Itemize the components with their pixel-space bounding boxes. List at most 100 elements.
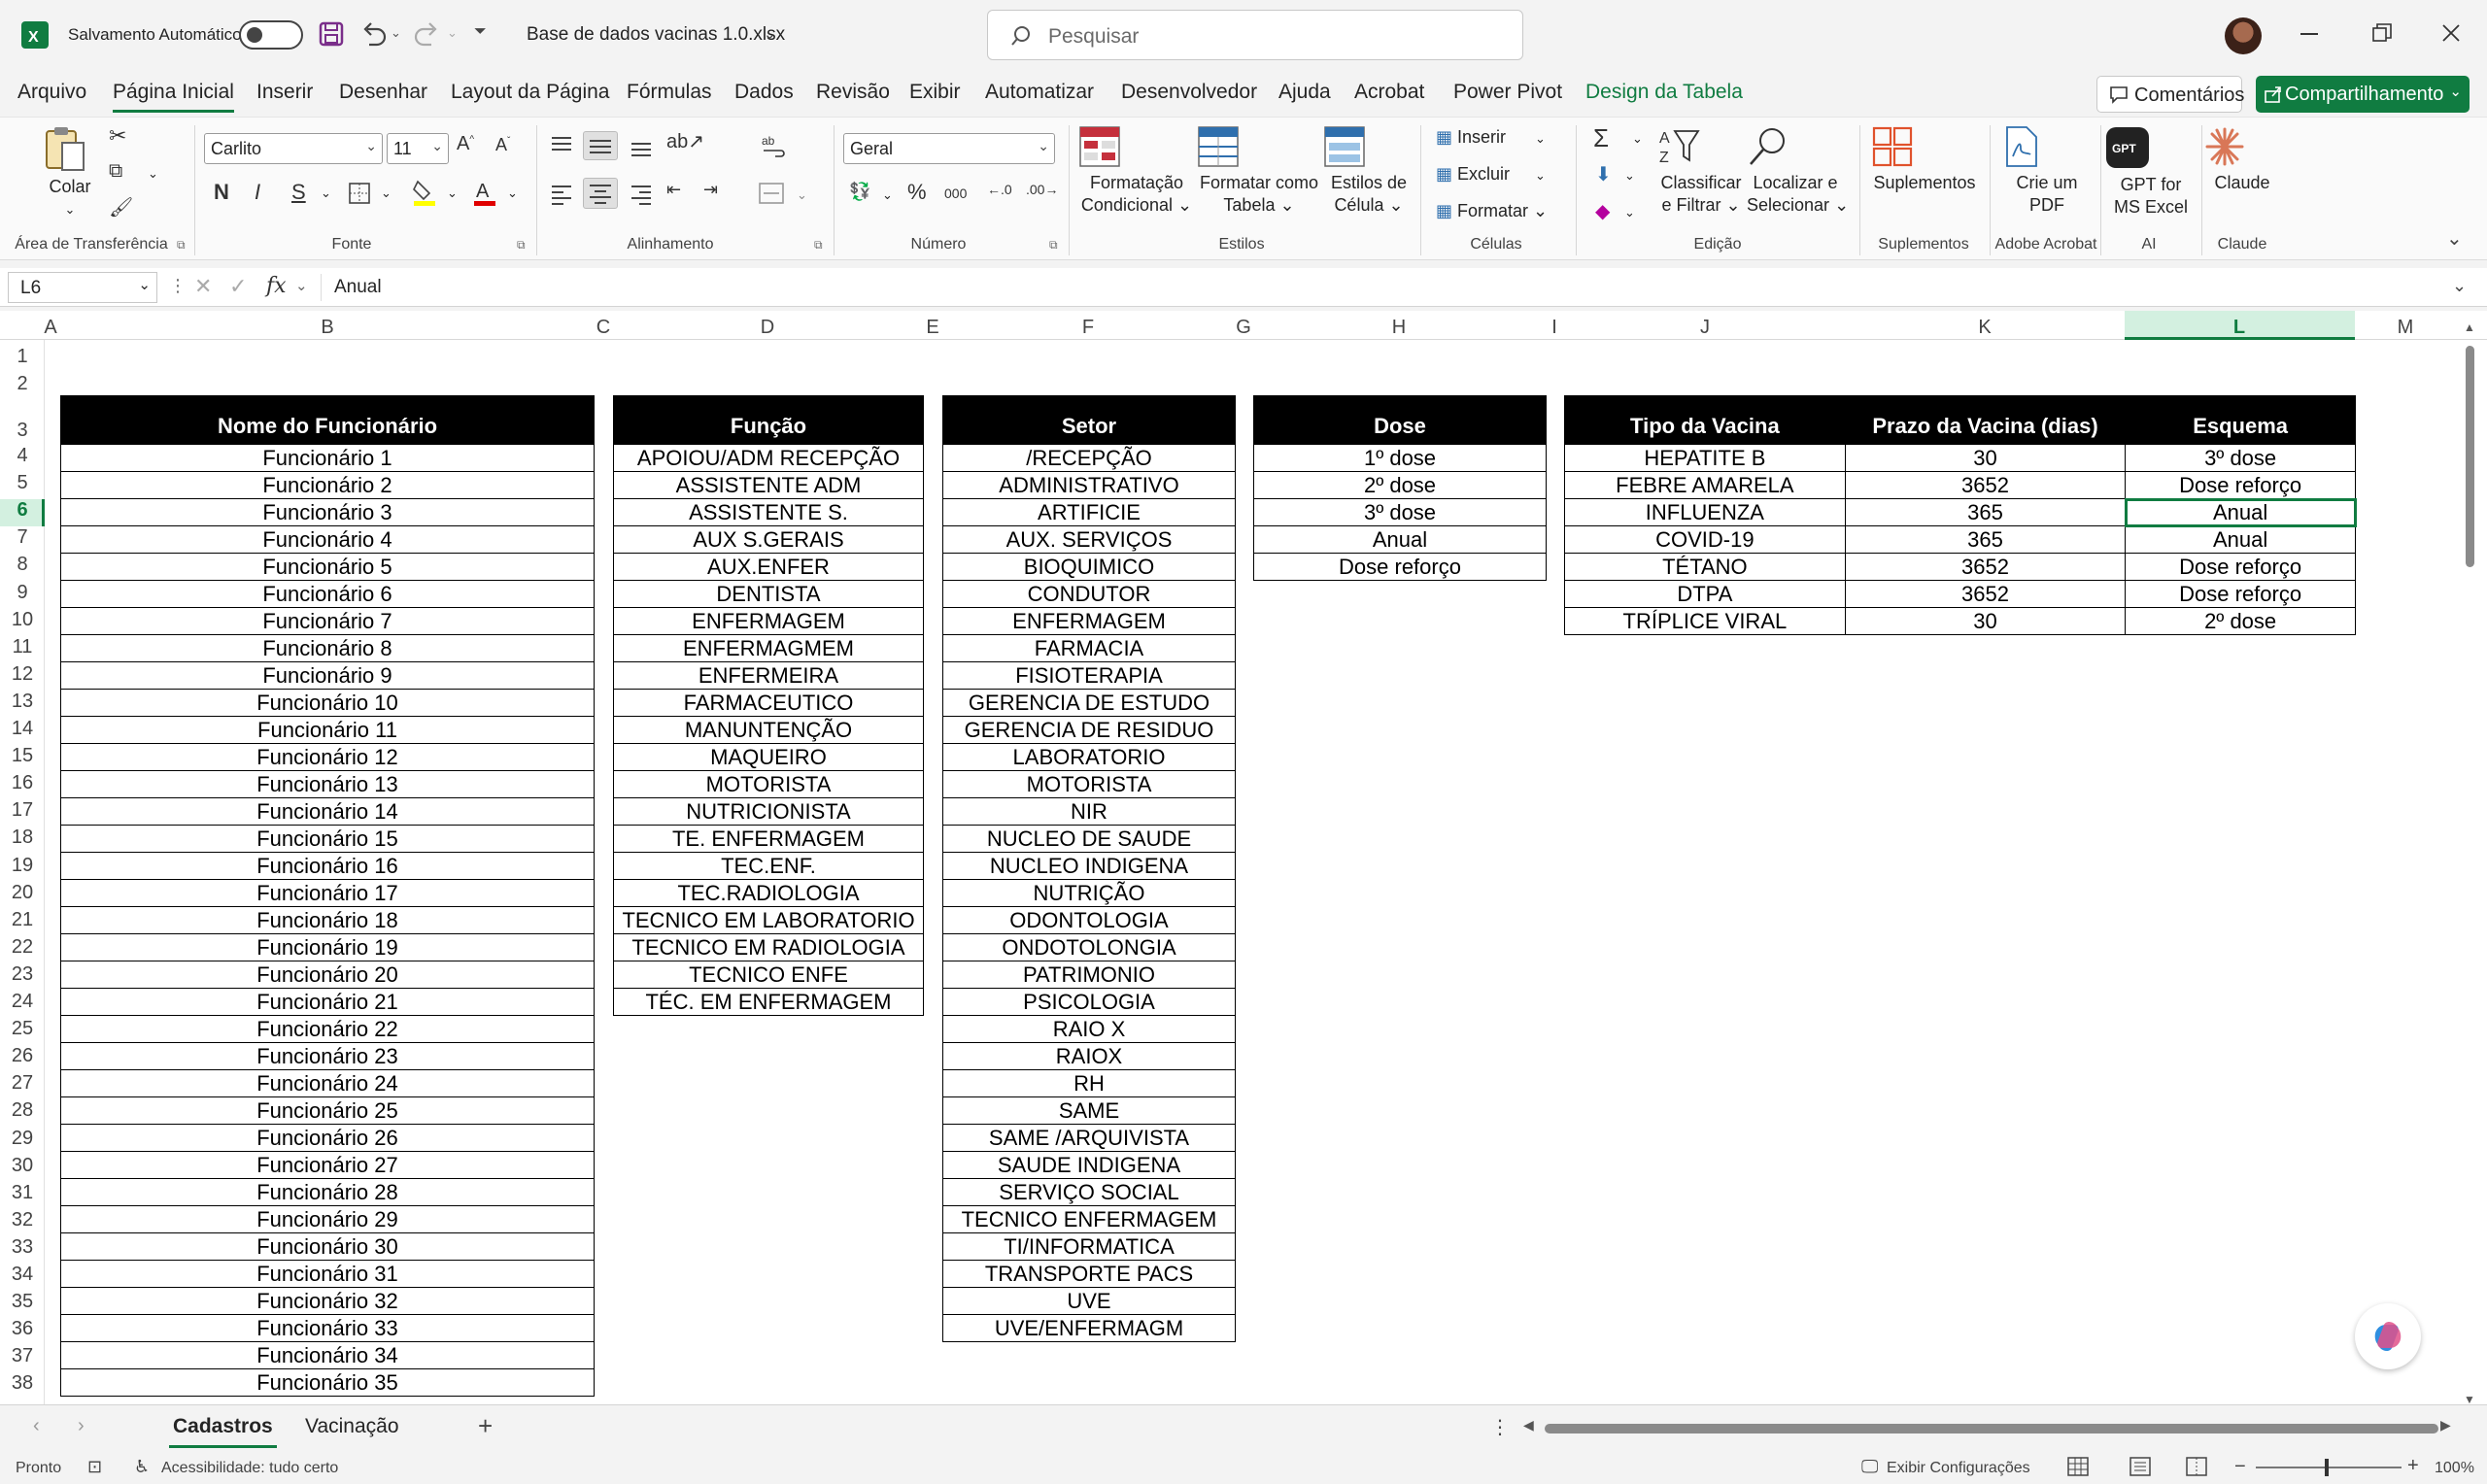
row-header[interactable]: 24 bbox=[0, 991, 45, 1013]
row-header[interactable]: 29 bbox=[0, 1128, 45, 1150]
clipboard-launcher-icon[interactable]: ⧉ bbox=[177, 238, 186, 253]
funcionario-cell[interactable]: Funcionário 8 bbox=[60, 634, 595, 662]
setor-cell[interactable]: SAME bbox=[942, 1096, 1236, 1125]
row-header[interactable]: 18 bbox=[0, 826, 45, 849]
setor-cell[interactable]: GERENCIA DE RESIDUO bbox=[942, 716, 1236, 744]
row-header[interactable]: 26 bbox=[0, 1045, 45, 1067]
funcionario-cell[interactable]: Funcionário 17 bbox=[60, 879, 595, 907]
funcao-cell[interactable]: FARMACEUTICO bbox=[613, 689, 924, 717]
funcionario-cell[interactable]: Funcionário 18 bbox=[60, 906, 595, 934]
setor-cell[interactable]: AUX. SERVIÇOS bbox=[942, 525, 1236, 554]
font-launcher-icon[interactable]: ⧉ bbox=[517, 238, 526, 253]
column-header-i[interactable]: I bbox=[1551, 317, 1557, 339]
tab-layout-da-pagina[interactable]: Layout da Página bbox=[451, 81, 609, 104]
row-header[interactable]: 20 bbox=[0, 882, 45, 904]
addins-button[interactable]: Suplementos bbox=[1871, 125, 1978, 194]
row-header[interactable]: 15 bbox=[0, 745, 45, 767]
vacina-esquema-cell[interactable]: Dose reforço bbox=[2125, 471, 2356, 499]
setor-cell[interactable]: NUCLEO DE SAUDE bbox=[942, 825, 1236, 853]
copy-icon[interactable]: ⧉ bbox=[109, 160, 122, 183]
function-chevron-icon[interactable]: ⌄ bbox=[295, 277, 308, 294]
vacina-tipo-header[interactable]: Tipo da Vacina bbox=[1564, 395, 1846, 445]
vacina-esquema-header[interactable]: Esquema bbox=[2125, 395, 2356, 445]
cut-icon[interactable]: ✂ bbox=[109, 123, 126, 149]
funcao-cell[interactable]: ENFERMEIRA bbox=[613, 661, 924, 690]
vacina-tipo-cell[interactable]: FEBRE AMARELA bbox=[1564, 471, 1846, 499]
row-header[interactable]: 32 bbox=[0, 1209, 45, 1231]
vacina-esquema-cell[interactable]: Dose reforço bbox=[2125, 553, 2356, 581]
scroll-right-icon[interactable]: ▶ bbox=[2440, 1417, 2451, 1433]
normal-view-icon[interactable] bbox=[2067, 1457, 2089, 1476]
tab-inserir[interactable]: Inserir bbox=[256, 81, 313, 104]
cancel-entry-icon[interactable]: ✕ bbox=[194, 274, 212, 299]
row-header[interactable]: 12 bbox=[0, 663, 45, 686]
funcionario-cell[interactable]: Funcionário 16 bbox=[60, 852, 595, 880]
funcionario-cell[interactable]: Funcionário 22 bbox=[60, 1015, 595, 1043]
align-top-icon[interactable] bbox=[550, 135, 573, 154]
setor-cell[interactable]: /RECEPÇÃO bbox=[942, 444, 1236, 472]
expand-formula-bar-icon[interactable]: ⌄ bbox=[2452, 276, 2467, 296]
row-header[interactable]: 4 bbox=[0, 445, 45, 467]
collapse-ribbon-icon[interactable]: ⌄ bbox=[2446, 226, 2463, 251]
orientation-icon[interactable]: ab↗ bbox=[666, 129, 704, 153]
vacina-esquema-cell[interactable]: Anual bbox=[2124, 497, 2357, 527]
dose-cell[interactable]: 2º dose bbox=[1253, 471, 1547, 499]
funcionario-cell[interactable]: Funcionário 2 bbox=[60, 471, 595, 499]
row-header[interactable]: 11 bbox=[0, 636, 45, 658]
column-header-g[interactable]: G bbox=[1236, 317, 1251, 339]
setor-cell[interactable]: ARTIFICIE bbox=[942, 498, 1236, 526]
align-right-icon[interactable] bbox=[630, 184, 653, 205]
row-header[interactable]: 38 bbox=[0, 1372, 45, 1395]
share-button[interactable]: Compartilhamento ⌄ bbox=[2256, 76, 2470, 113]
vacina-esquema-cell[interactable]: Dose reforço bbox=[2125, 580, 2356, 608]
funcionario-cell[interactable]: Funcionário 19 bbox=[60, 933, 595, 961]
setor-cell[interactable]: LABORATORIO bbox=[942, 743, 1236, 771]
vacina-prazo-header[interactable]: Prazo da Vacina (dias) bbox=[1844, 395, 2127, 445]
setor-cell[interactable]: UVE/ENFERMAGM bbox=[942, 1314, 1236, 1342]
create-pdf-button[interactable]: Crie um PDF bbox=[1999, 125, 2095, 217]
font-size-select[interactable]: 11 ⌄ bbox=[387, 133, 449, 164]
setor-cell[interactable]: TI/INFORMATICA bbox=[942, 1232, 1236, 1261]
setor-cell[interactable]: TRANSPORTE PACS bbox=[942, 1260, 1236, 1288]
tab-pagina-inicial[interactable]: Página Inicial bbox=[113, 81, 234, 113]
autosum-chevron-icon[interactable]: ⌄ bbox=[1632, 131, 1643, 147]
alignment-launcher-icon[interactable]: ⧉ bbox=[814, 238, 823, 253]
funcionario-cell[interactable]: Funcionário 32 bbox=[60, 1287, 595, 1315]
funcionario-cell[interactable]: Funcionário 34 bbox=[60, 1341, 595, 1369]
sort-filter-button[interactable]: AZ Classificar e Filtrar ⌄ bbox=[1657, 125, 1745, 217]
save-icon[interactable] bbox=[319, 21, 344, 47]
restore-icon[interactable] bbox=[2372, 23, 2392, 43]
funcionarios-header[interactable]: Nome do Funcionário bbox=[60, 395, 595, 445]
fill-chevron-icon[interactable]: ⌄ bbox=[1624, 168, 1635, 184]
page-break-view-icon[interactable] bbox=[2186, 1457, 2207, 1476]
row-header[interactable]: 19 bbox=[0, 855, 45, 877]
dose-cell[interactable]: Anual bbox=[1253, 525, 1547, 554]
row-header[interactable]: 16 bbox=[0, 772, 45, 794]
fill-icon[interactable]: ⬇ bbox=[1595, 162, 1612, 186]
sheet-tab-vacinacao[interactable]: Vacinação bbox=[305, 1415, 399, 1438]
zoom-out-icon[interactable]: − bbox=[2234, 1456, 2246, 1478]
setor-cell[interactable]: MOTORISTA bbox=[942, 770, 1236, 798]
funcionario-cell[interactable]: Funcionário 15 bbox=[60, 825, 595, 853]
tab-design-da-tabela[interactable]: Design da Tabela bbox=[1585, 81, 1743, 104]
find-select-button[interactable]: Localizar e Selecionar ⌄ bbox=[1747, 125, 1849, 217]
row-header[interactable]: 36 bbox=[0, 1318, 45, 1340]
percent-icon[interactable]: % bbox=[907, 180, 927, 205]
vacina-tipo-cell[interactable]: COVID-19 bbox=[1564, 525, 1846, 554]
display-settings-icon[interactable]: 🖵 bbox=[1861, 1457, 1878, 1477]
vacina-prazo-cell[interactable]: 365 bbox=[1844, 525, 2127, 554]
tab-formulas[interactable]: Fórmulas bbox=[627, 81, 712, 104]
column-header-a[interactable]: A bbox=[44, 317, 56, 339]
autosave-toggle[interactable] bbox=[239, 20, 303, 50]
funcao-cell[interactable]: TECNICO EM RADIOLOGIA bbox=[613, 933, 924, 961]
vacina-prazo-cell[interactable]: 30 bbox=[1844, 444, 2127, 472]
funcionario-cell[interactable]: Funcionário 35 bbox=[60, 1368, 595, 1397]
align-bottom-icon[interactable] bbox=[630, 139, 653, 158]
funcao-cell[interactable]: ENFERMAGMEM bbox=[613, 634, 924, 662]
column-header-m[interactable]: M bbox=[2398, 317, 2414, 339]
align-left-icon[interactable] bbox=[550, 184, 573, 205]
row-header[interactable]: 31 bbox=[0, 1182, 45, 1204]
funcao-cell[interactable]: DENTISTA bbox=[613, 580, 924, 608]
customize-toolbar-icon[interactable]: ⏷ bbox=[474, 23, 487, 41]
funcionario-cell[interactable]: Funcionário 30 bbox=[60, 1232, 595, 1261]
